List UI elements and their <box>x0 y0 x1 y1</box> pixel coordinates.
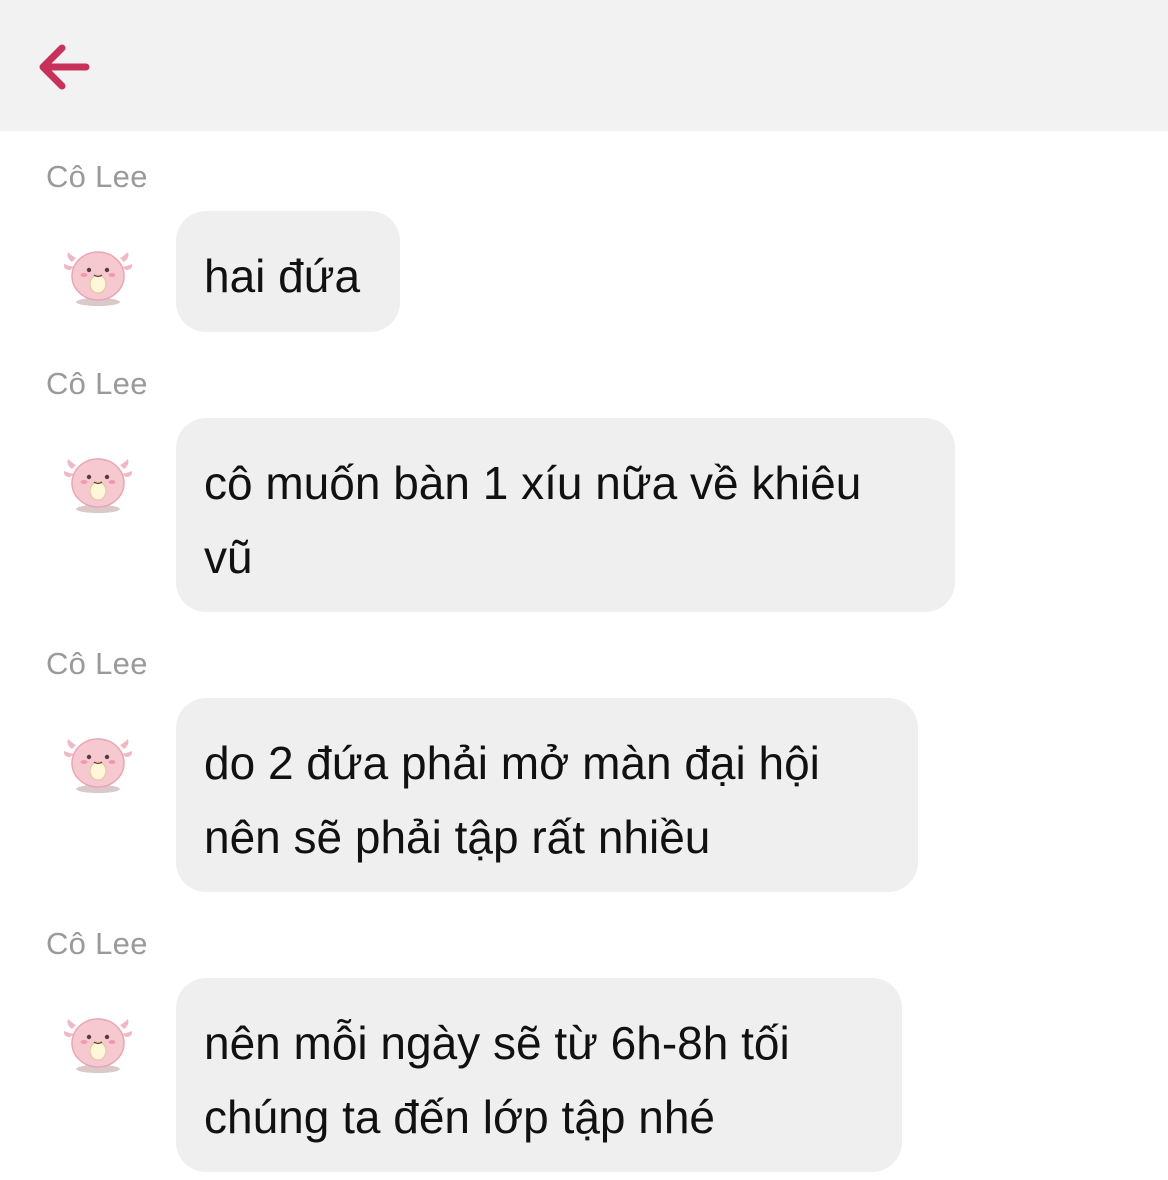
message-text-line: vũ <box>204 531 253 583</box>
message-bubble[interactable]: cô muốn bàn 1 xíu nữa về khiêu vũ <box>176 418 955 612</box>
pink-creature-avatar-icon[interactable] <box>62 445 134 517</box>
pink-creature-avatar-icon[interactable] <box>62 1005 134 1077</box>
top-bar <box>0 0 1168 131</box>
sender-name: Cô Lee <box>46 926 148 961</box>
message-bubble[interactable]: do 2 đứa phải mở màn đại hội nên sẽ phải… <box>176 698 918 892</box>
message-bubble[interactable]: nên mỗi ngày sẽ từ 6h-8h tối chúng ta đế… <box>176 978 902 1172</box>
message-text-line: chúng ta đến lớp tập nhé <box>204 1091 716 1143</box>
message-text-line: nên sẽ phải tập rất nhiều <box>204 811 711 863</box>
sender-name: Cô Lee <box>46 646 148 681</box>
message-text-line: do 2 đứa phải mở màn đại hội <box>204 737 820 789</box>
pink-creature-avatar-icon[interactable] <box>62 238 134 310</box>
message-thread: Cô Lee hai đứa Cô Lee cô muốn bàn 1 xíu … <box>0 131 1168 1180</box>
arrow-left-icon <box>39 44 90 90</box>
message-bubble[interactable]: hai đứa <box>176 211 400 332</box>
message-text-line: cô muốn bàn 1 xíu nữa về khiêu <box>204 457 862 509</box>
back-button[interactable] <box>30 34 96 100</box>
sender-name: Cô Lee <box>46 159 148 194</box>
message-text-line: hai đứa <box>204 250 361 302</box>
message-text-line: nên mỗi ngày sẽ từ 6h-8h tối <box>204 1017 790 1069</box>
pink-creature-avatar-icon[interactable] <box>62 725 134 797</box>
sender-name: Cô Lee <box>46 366 148 401</box>
